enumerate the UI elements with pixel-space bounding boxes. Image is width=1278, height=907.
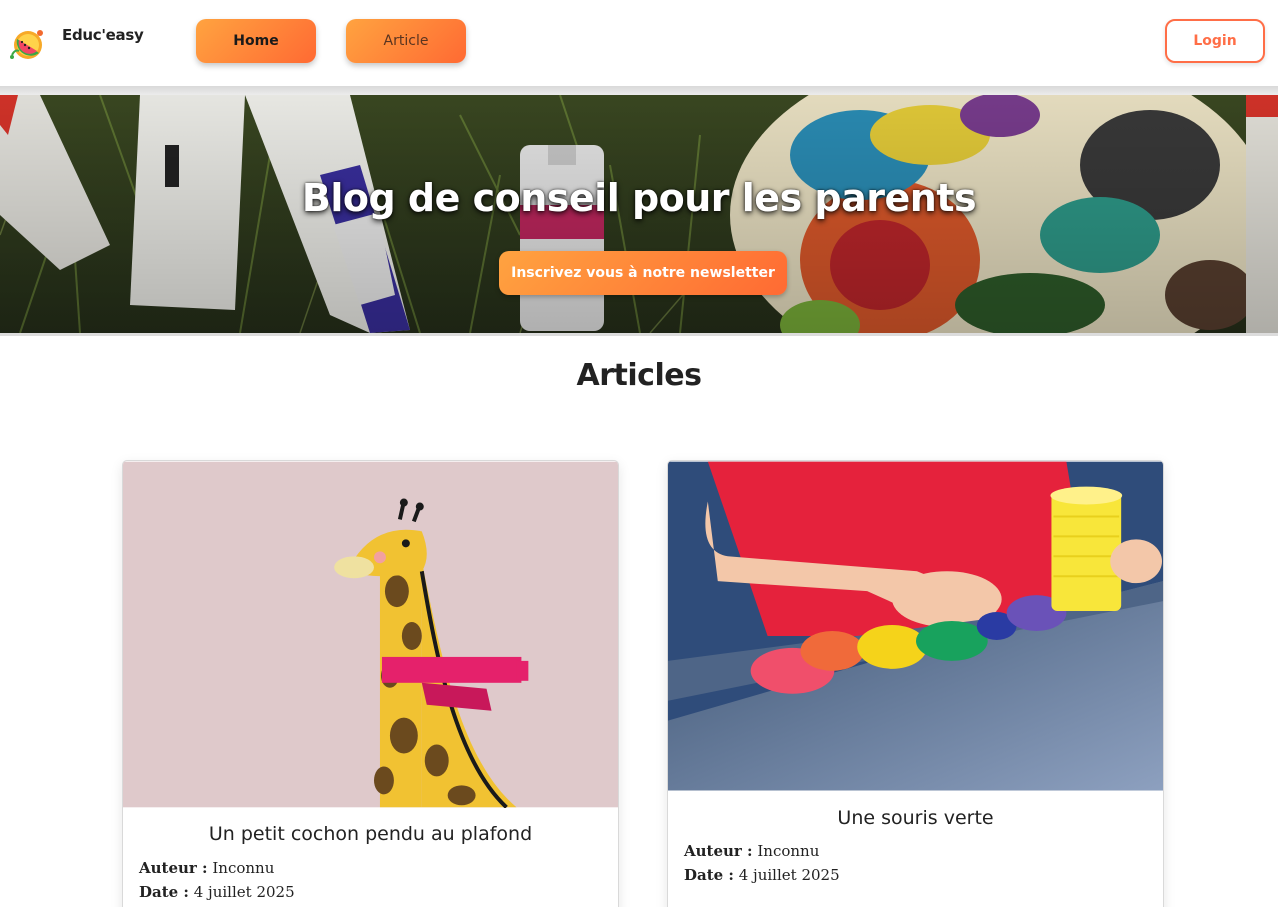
article-card[interactable]: Une souris verte Auteur : Inconnu Date :…	[667, 460, 1164, 907]
article-card[interactable]: Un petit cochon pendu au plafond Auteur …	[122, 460, 619, 907]
article-author: Auteur : Inconnu	[139, 859, 274, 877]
article-image-play-dough[interactable]	[668, 461, 1163, 791]
navbar-divider	[0, 86, 1278, 95]
articles-heading: Articles	[576, 358, 702, 393]
date-value: 4 juillet 2025	[193, 883, 295, 901]
article-title[interactable]: Une souris verte	[668, 807, 1163, 829]
top-navbar: Educ'easy Home Article Login	[0, 0, 1278, 87]
date-value: 4 juillet 2025	[738, 866, 840, 884]
author-value: Inconnu	[212, 859, 275, 877]
article-image-giraffe[interactable]	[123, 461, 618, 808]
author-value: Inconnu	[757, 842, 820, 860]
date-label: Date :	[139, 883, 189, 901]
article-date: Date : 4 juillet 2025	[684, 866, 840, 884]
brand-name[interactable]: Educ'easy	[62, 26, 144, 44]
nav-home-button[interactable]: Home	[196, 19, 316, 63]
author-label: Auteur :	[139, 859, 208, 877]
article-title[interactable]: Un petit cochon pendu au plafond	[123, 823, 618, 845]
hero-title: Blog de conseil pour les parents	[301, 176, 977, 220]
article-author: Auteur : Inconnu	[684, 842, 819, 860]
date-label: Date :	[684, 866, 734, 884]
nav-article-button[interactable]: Article	[346, 19, 466, 63]
fruit-logo-icon[interactable]	[8, 27, 44, 61]
hero-divider	[0, 333, 1278, 336]
newsletter-signup-button[interactable]: Inscrivez vous à notre newsletter	[499, 251, 787, 295]
article-date: Date : 4 juillet 2025	[139, 883, 295, 901]
login-button[interactable]: Login	[1165, 19, 1265, 63]
author-label: Auteur :	[684, 842, 753, 860]
